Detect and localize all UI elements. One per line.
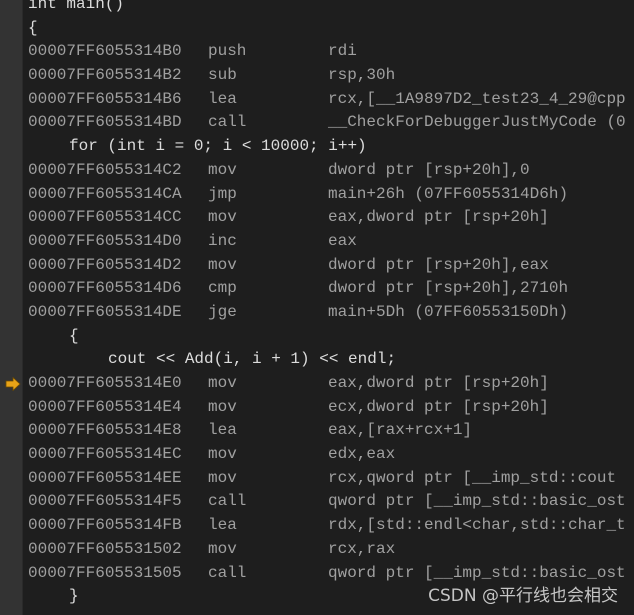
asm-line[interactable]: 00007FF605531502 mov rcx,rax [0,538,634,562]
mnemonic: call [208,113,247,132]
operands: rcx,qword ptr [__imp_std::cout [328,468,617,487]
address: 00007FF6055314B6 [28,89,182,108]
operands: rsp,30h [328,66,396,85]
operands: rcx,[__1A9897D2_test23_4_29@cpp [328,89,626,108]
address: 00007FF6055314BD [28,113,182,132]
mnemonic: cmp [208,279,237,298]
mnemonic: mov [208,468,237,487]
mnemonic: jge [208,302,237,321]
operands: dword ptr [rsp+20h],2710h [328,279,569,298]
asm-line[interactable]: 00007FF6055314EC mov edx,eax [0,443,634,467]
mnemonic: lea [208,421,237,440]
address: 00007FF6055314B2 [28,66,182,85]
mnemonic: push [208,42,247,61]
address: 00007FF605531502 [28,539,182,558]
asm-line[interactable]: 00007FF6055314EE mov rcx,qword ptr [__imp_… [0,467,634,491]
source-line[interactable]: { [0,325,634,349]
address: 00007FF6055314D0 [28,231,182,250]
address: 00007FF6055314E4 [28,397,182,416]
operands: rdi [328,42,357,61]
address: 00007FF6055314F5 [28,492,182,511]
asm-line[interactable]: 00007FF6055314E8 lea eax,[rax+rcx+1] [0,419,634,443]
mnemonic: lea [208,89,237,108]
source-line[interactable]: cout << Add(i, i + 1) << endl; [0,348,634,372]
asm-line[interactable]: 00007FF6055314E0 mov eax,dword ptr [rsp+20… [0,372,634,396]
mnemonic: lea [208,516,237,535]
watermark: CSDN @平行线也会相交 [428,586,618,606]
address: 00007FF6055314D6 [28,279,182,298]
address: 00007FF6055314D2 [28,255,182,274]
operands: rcx,rax [328,539,396,558]
operands: main+5Dh (07FF60553150Dh) [328,302,569,321]
asm-line[interactable]: 00007FF6055314CA jmp main+26h (07FF6055314… [0,183,634,207]
asm-line[interactable]: 00007FF6055314D6 cmp dword ptr [rsp+20h],2… [0,277,634,301]
operands: ecx,dword ptr [rsp+20h] [328,397,549,416]
mnemonic: mov [208,208,237,227]
asm-line[interactable]: 00007FF6055314FB lea rdx,[std::endl<char,s… [0,514,634,538]
arrow-right-icon [5,377,21,391]
asm-line[interactable]: 00007FF6055314D0 inc eax [0,230,634,254]
mnemonic: mov [208,374,237,392]
address: 00007FF6055314C2 [28,160,182,179]
address: 00007FF6055314E8 [28,421,182,440]
asm-line[interactable]: 00007FF6055314F5 call qword ptr [__imp_std… [0,490,634,514]
asm-line[interactable]: 00007FF6055314DE jge main+5Dh (07FF6055315… [0,301,634,325]
operands: dword ptr [rsp+20h],eax [328,255,549,274]
operands: edx,eax [328,445,396,464]
mnemonic: mov [208,160,237,179]
source-text: { [69,326,79,345]
operands: dword ptr [rsp+20h],0 [328,160,530,179]
mnemonic: jmp [208,184,237,203]
operands: main+26h (07FF6055314D6h) [328,184,569,203]
address: 00007FF6055314CC [28,208,182,227]
operands: qword ptr [__imp_std::basic_ost [328,492,626,511]
address: 00007FF6055314EE [28,468,182,487]
mnemonic: mov [208,445,237,464]
mnemonic: mov [208,255,237,274]
mnemonic: inc [208,231,237,250]
mnemonic: call [208,563,247,582]
address: 00007FF6055314DE [28,302,182,321]
mnemonic: mov [208,539,237,558]
address: 00007FF6055314FB [28,516,182,535]
asm-line[interactable]: 00007FF6055314B2 sub rsp,30h [0,64,634,88]
mnemonic: sub [208,66,237,85]
disassembly-view[interactable]: int main(){00007FF6055314B0 push rdi 00007F… [0,0,634,609]
source-text: for (int i = 0; i < 10000; i++) [69,137,367,156]
source-line[interactable]: { [0,17,634,41]
asm-line[interactable]: 00007FF6055314D2 mov dword ptr [rsp+20h],e… [0,254,634,278]
source-line[interactable]: for (int i = 0; i < 10000; i++) [0,135,634,159]
source-text: int main() [28,0,125,13]
asm-line[interactable]: 00007FF6055314B0 push rdi [0,40,634,64]
address: 00007FF6055314EC [28,445,182,464]
mnemonic: call [208,492,247,511]
asm-line[interactable]: 00007FF6055314BD call __CheckForDebuggerJu… [0,111,634,135]
source-line[interactable]: int main() [0,0,634,17]
operands: __CheckForDebuggerJustMyCode (0 [328,113,626,132]
source-text: } [69,587,79,606]
operands: rdx,[std::endl<char,std::char_t [328,516,626,535]
asm-line[interactable]: 00007FF6055314B6 lea rcx,[__1A9897D2_test2… [0,88,634,112]
asm-line[interactable]: 00007FF6055314CC mov eax,dword ptr [rsp+20… [0,206,634,230]
operands: eax,dword ptr [rsp+20h] [328,374,549,392]
address: 00007FF6055314CA [28,184,182,203]
operands: eax [328,231,357,250]
operands: eax,dword ptr [rsp+20h] [328,208,549,227]
address: 00007FF6055314E0 [28,374,182,392]
asm-line[interactable]: 00007FF6055314C2 mov dword ptr [rsp+20h],0 [0,159,634,183]
operands: eax,[rax+rcx+1] [328,421,473,440]
mnemonic: mov [208,397,237,416]
address: 00007FF6055314B0 [28,42,182,61]
source-text: cout << Add(i, i + 1) << endl; [108,350,397,369]
address: 00007FF605531505 [28,563,182,582]
asm-line[interactable]: 00007FF6055314E4 mov ecx,dword ptr [rsp+20… [0,396,634,420]
source-text: { [28,18,38,37]
